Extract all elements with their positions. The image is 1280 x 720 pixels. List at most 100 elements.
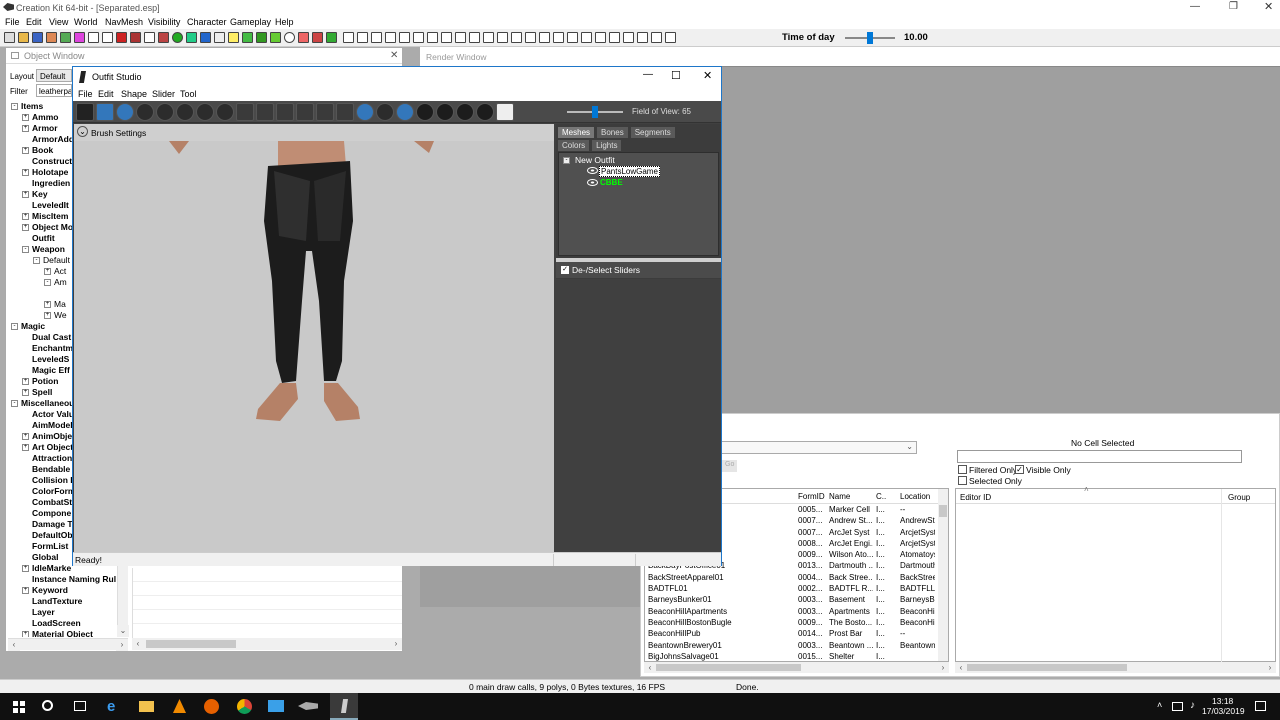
view-front-icon[interactable] xyxy=(356,103,374,121)
os-maximize-button[interactable]: ☐ xyxy=(671,69,681,82)
clock-time[interactable]: 13:18 xyxy=(1212,696,1233,706)
mask-icon[interactable] xyxy=(136,103,154,121)
col-header-c[interactable]: C.. xyxy=(873,489,897,503)
view-icon-19[interactable] xyxy=(594,32,606,44)
view-icon-10[interactable] xyxy=(468,32,480,44)
notification-icon[interactable] xyxy=(1255,701,1266,711)
expand-icon[interactable]: + xyxy=(22,433,29,441)
shade-3-icon[interactable] xyxy=(456,103,474,121)
menu-navmesh[interactable]: NavMesh xyxy=(105,17,143,27)
fov-slider[interactable] xyxy=(567,106,623,118)
view-back-icon[interactable] xyxy=(396,103,414,121)
mesh-item[interactable]: PantsLowGame xyxy=(599,166,660,177)
collapse-icon[interactable]: - xyxy=(33,257,40,265)
object-window-close[interactable]: ✕ xyxy=(390,50,398,61)
time-of-day-slider[interactable] xyxy=(845,32,895,44)
view-icon-12[interactable] xyxy=(496,32,508,44)
paint-icon[interactable] xyxy=(256,103,274,121)
view-icon-13[interactable] xyxy=(510,32,522,44)
menu-help[interactable]: Help xyxy=(275,17,294,27)
os-menu-file[interactable]: File xyxy=(78,89,93,99)
network-icon[interactable] xyxy=(1172,702,1183,711)
collapse-icon[interactable]: - xyxy=(11,323,18,331)
new-icon[interactable] xyxy=(4,32,15,44)
view-icon-15[interactable] xyxy=(538,32,550,44)
expand-icon[interactable]: + xyxy=(22,224,29,232)
view-icon-8[interactable] xyxy=(440,32,452,44)
col-header-editor-id-right[interactable]: Editor ID xyxy=(960,493,991,502)
navmesh-icon[interactable] xyxy=(298,32,309,44)
menu-gameplay[interactable]: Gameplay xyxy=(230,17,271,27)
clock-date[interactable]: 17/03/2019 xyxy=(1202,706,1245,716)
expand-icon[interactable]: + xyxy=(44,268,51,276)
model-preview[interactable] xyxy=(74,141,554,552)
cube-view-icon[interactable] xyxy=(496,103,514,121)
col-header-name[interactable]: Name xyxy=(826,489,873,503)
os-viewport[interactable]: ⌄ Brush Settings xyxy=(74,124,554,552)
scroll-thumb[interactable] xyxy=(656,664,801,671)
shade-2-icon[interactable] xyxy=(436,103,454,121)
vertex-icon[interactable] xyxy=(336,103,354,121)
collapse-icon[interactable]: - xyxy=(11,103,18,111)
deflate-icon[interactable] xyxy=(176,103,194,121)
preferences-icon[interactable] xyxy=(74,32,85,44)
expand-icon[interactable]: + xyxy=(22,169,29,177)
view-icon-3[interactable] xyxy=(370,32,382,44)
col-header-formid[interactable]: FormID xyxy=(795,489,826,503)
scroll-left-icon[interactable]: ‹ xyxy=(8,639,20,651)
outfit-studio-taskbar-button[interactable] xyxy=(330,693,358,720)
time-of-day-thumb[interactable] xyxy=(867,32,873,44)
scroll-right-icon[interactable]: › xyxy=(116,639,128,651)
table-row[interactable]: BarneysBunker01 0003... Basement I... Barney… xyxy=(645,594,948,605)
expand-icon[interactable]: + xyxy=(22,565,29,573)
rotate-icon[interactable] xyxy=(158,32,169,44)
brush-icon[interactable] xyxy=(236,103,254,121)
cell-list-hscroll[interactable]: ‹ › xyxy=(644,662,949,673)
expand-icon[interactable]: + xyxy=(22,213,29,221)
scroll-thumb[interactable] xyxy=(146,640,236,648)
col-header-location[interactable]: Location xyxy=(897,489,935,503)
scroll-thumb[interactable] xyxy=(967,664,1127,671)
mesh-tree[interactable]: - New Outfit PantsLowGame CBBE xyxy=(558,152,719,256)
visibility-eye-icon[interactable] xyxy=(587,167,598,174)
leaf-icon[interactable] xyxy=(326,32,337,44)
view-icon-2[interactable] xyxy=(356,32,368,44)
view-icon-23[interactable] xyxy=(650,32,662,44)
windows-start-icon[interactable] xyxy=(13,701,25,713)
slider-list[interactable] xyxy=(556,279,721,552)
tab-lights[interactable]: Lights xyxy=(591,139,623,152)
expand-icon[interactable]: + xyxy=(22,631,29,637)
os-menu-edit[interactable]: Edit xyxy=(98,89,114,99)
view-icon-5[interactable] xyxy=(398,32,410,44)
col-header-group[interactable]: Group xyxy=(1228,493,1250,502)
transform-icon[interactable] xyxy=(296,103,314,121)
os-menu-tool[interactable]: Tool xyxy=(180,89,197,99)
object-tree-hscroll[interactable]: ‹ › xyxy=(8,638,128,651)
path-icon[interactable] xyxy=(312,32,323,44)
sphere-icon[interactable] xyxy=(172,32,183,44)
view-icon-18[interactable] xyxy=(580,32,592,44)
view-icon-20[interactable] xyxy=(608,32,620,44)
view-icon-6[interactable] xyxy=(412,32,424,44)
file-explorer-icon[interactable] xyxy=(139,701,154,712)
chrome-icon[interactable] xyxy=(237,699,252,714)
fov-thumb[interactable] xyxy=(592,106,598,118)
view-icon-21[interactable] xyxy=(622,32,634,44)
tab-bones[interactable]: Bones xyxy=(596,126,629,139)
vlc-icon[interactable] xyxy=(173,699,186,713)
search-icon[interactable] xyxy=(42,700,53,711)
menu-file[interactable]: File xyxy=(5,17,20,27)
tab-colors[interactable]: Colors xyxy=(557,139,591,152)
tab-meshes[interactable]: Meshes xyxy=(557,126,596,139)
slider-add-icon[interactable] xyxy=(96,103,114,121)
os-menu-slider[interactable]: Slider xyxy=(152,89,175,99)
shade-4-icon[interactable] xyxy=(476,103,494,121)
tree-root-label[interactable]: New Outfit xyxy=(575,155,615,165)
menu-edit[interactable]: Edit xyxy=(26,17,42,27)
expand-icon[interactable]: + xyxy=(22,389,29,397)
tray-chevron-icon[interactable]: ˄ xyxy=(1157,700,1162,710)
close-button[interactable]: ✕ xyxy=(1264,0,1273,13)
grass-icon[interactable] xyxy=(270,32,281,44)
filter-input[interactable]: leatherpa xyxy=(36,84,72,97)
object-list-hscroll[interactable]: ‹ › xyxy=(132,638,402,650)
